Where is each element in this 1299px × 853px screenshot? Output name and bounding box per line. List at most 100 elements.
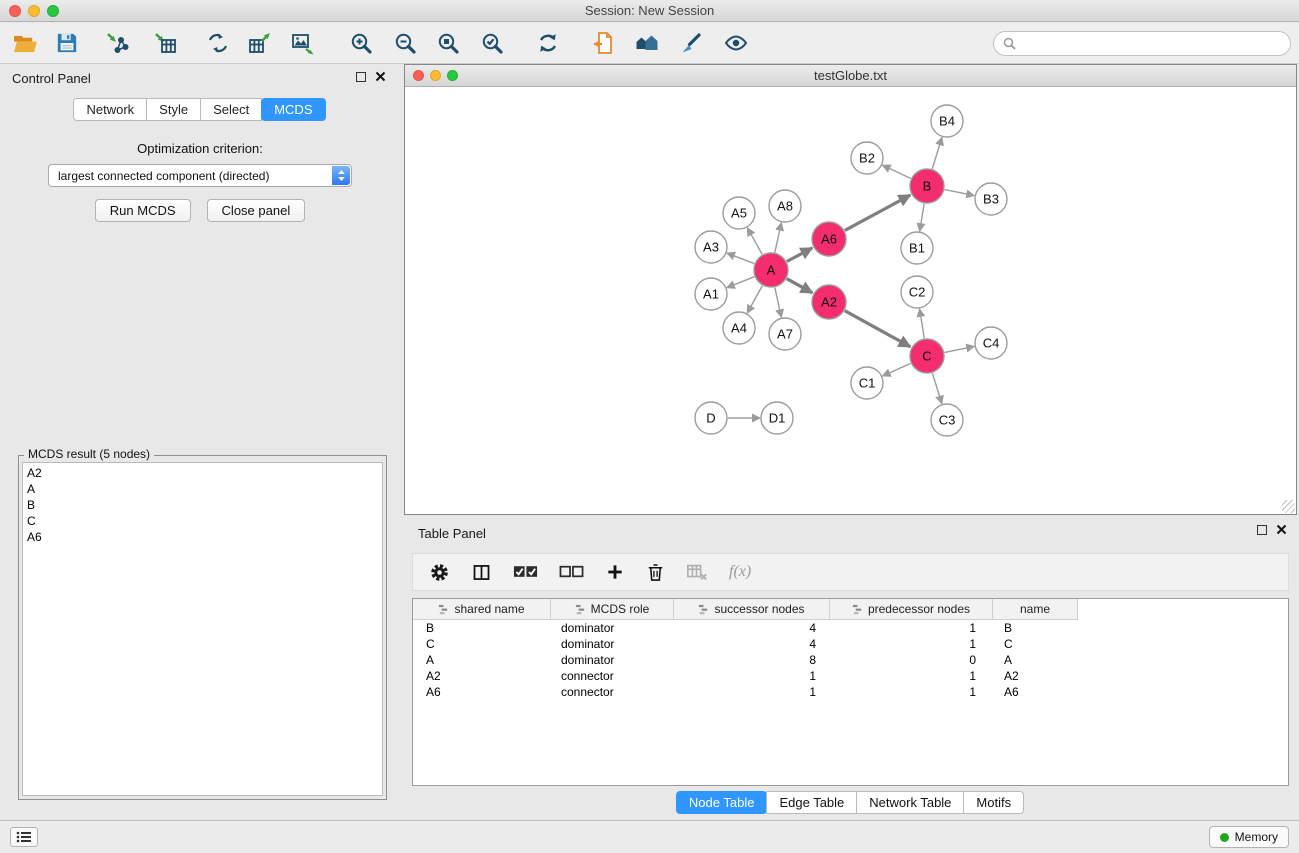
graph-node-label: B3 [983, 192, 999, 207]
export-image-icon[interactable] [290, 30, 316, 56]
mcds-result-list[interactable]: A2ABCA6 [22, 462, 383, 796]
minimize-button[interactable] [28, 5, 40, 17]
close-button[interactable] [9, 5, 21, 17]
tab-mcds[interactable]: MCDS [261, 98, 325, 121]
tab-network[interactable]: Network [73, 98, 147, 121]
table-row[interactable]: Adominator80A [413, 652, 1288, 668]
table-cell: A6 [993, 685, 1078, 699]
column-type-icon [698, 604, 709, 615]
mcds-result-item[interactable]: A2 [27, 465, 382, 481]
mcds-result-item[interactable]: A [27, 481, 382, 497]
zoom-selected-icon[interactable] [479, 30, 505, 56]
graph-edge-A-A7[interactable] [775, 288, 782, 318]
table-row[interactable]: Bdominator41B [413, 620, 1288, 636]
export-network-icon[interactable] [205, 30, 231, 56]
column-header-predecessor-nodes[interactable]: predecessor nodes [830, 599, 993, 619]
zoom-button[interactable] [47, 5, 59, 17]
close-panel-button[interactable]: Close panel [207, 199, 306, 222]
graph-edge-A2-C[interactable] [845, 311, 911, 347]
graph-edge-A-A4[interactable] [747, 286, 762, 313]
graph-edge-A-A5[interactable] [747, 228, 762, 254]
graph-edge-A-A2[interactable] [787, 279, 813, 293]
graph-edge-A-A8[interactable] [775, 223, 782, 253]
tab-network-table[interactable]: Network Table [856, 791, 964, 814]
graph-edge-B-B4[interactable] [932, 137, 942, 169]
graph-node-label: C4 [983, 336, 1000, 351]
float-panel-icon[interactable] [356, 72, 366, 82]
table-cell: A2 [413, 669, 551, 683]
close-table-panel-icon[interactable] [1276, 524, 1287, 535]
network-canvas[interactable]: AA1A2A3A4A5A6A7A8BB1B2B3B4CC1C2C3C4DD1 [405, 87, 1296, 514]
table-row[interactable]: A6connector11A6 [413, 684, 1288, 700]
graph-edge-B-B1[interactable] [920, 204, 924, 231]
copy-view-icon[interactable] [591, 30, 617, 56]
home-icon[interactable] [634, 30, 660, 56]
table-row[interactable]: A2connector11A2 [413, 668, 1288, 684]
graph-edge-C-C1[interactable] [883, 363, 911, 376]
network-minimize-button[interactable] [430, 70, 441, 81]
mcds-result-item[interactable]: A6 [27, 529, 382, 545]
open-session-icon[interactable] [12, 30, 38, 56]
search-box[interactable] [993, 31, 1291, 56]
graph-node-label: C [922, 349, 931, 364]
graph-edge-A-A1[interactable] [727, 277, 755, 288]
graph-edge-C-C4[interactable] [945, 346, 975, 352]
criterion-select[interactable]: largest connected component (directed) [48, 164, 352, 187]
task-history-button[interactable] [10, 827, 38, 847]
save-session-icon[interactable] [54, 30, 80, 56]
trash-icon[interactable] [646, 563, 665, 582]
table-cell: 1 [674, 685, 830, 699]
delete-table-icon[interactable] [686, 561, 708, 583]
select-all-icon[interactable] [513, 564, 538, 580]
tab-select[interactable]: Select [200, 98, 262, 121]
graph-node-label: B1 [909, 241, 925, 256]
close-panel-icon[interactable] [375, 71, 386, 82]
graph-edge-A-A3[interactable] [727, 253, 754, 263]
graph-edge-C-C3[interactable] [932, 373, 942, 404]
search-input[interactable] [1016, 34, 1290, 54]
import-table-file-icon[interactable] [152, 30, 178, 56]
zoom-in-icon[interactable] [348, 30, 374, 56]
resize-grip[interactable] [1282, 500, 1295, 513]
mcds-result-item[interactable]: B [27, 497, 382, 513]
tab-edge-table[interactable]: Edge Table [766, 791, 857, 814]
column-header-name[interactable]: name [993, 599, 1078, 619]
export-table-icon[interactable] [247, 30, 273, 56]
apply-preferred-layout-icon[interactable] [535, 30, 561, 56]
float-table-panel-icon[interactable] [1257, 525, 1267, 535]
table-cell: 4 [674, 621, 830, 635]
tab-motifs[interactable]: Motifs [963, 791, 1024, 814]
memory-status-icon [1220, 833, 1229, 842]
function-builder-icon[interactable]: f(x) [729, 563, 751, 581]
graph-edge-A6-B[interactable] [845, 195, 910, 230]
graph-edge-C-C2[interactable] [920, 309, 925, 338]
show-hide-icon[interactable] [723, 30, 749, 56]
status-bar: Memory [0, 820, 1299, 853]
network-close-button[interactable] [413, 70, 424, 81]
graph-edge-B-B3[interactable] [945, 190, 975, 196]
table-cell: A [993, 653, 1078, 667]
network-zoom-button[interactable] [447, 70, 458, 81]
column-header-mcds-role[interactable]: MCDS role [551, 599, 674, 619]
zoom-out-icon[interactable] [392, 30, 418, 56]
add-icon[interactable] [605, 562, 625, 582]
column-header-shared-name[interactable]: shared name [413, 599, 551, 619]
style-brush-icon[interactable] [678, 30, 704, 56]
graph-edge-B-B2[interactable] [882, 165, 910, 178]
tab-node-table[interactable]: Node Table [676, 791, 768, 814]
graph-edge-A-A6[interactable] [787, 248, 812, 262]
zoom-fit-icon[interactable] [435, 30, 461, 56]
column-icon[interactable] [471, 562, 492, 583]
deselect-all-icon[interactable] [559, 564, 584, 580]
table-row[interactable]: Cdominator41C [413, 636, 1288, 652]
table-panel: Table Panel [404, 519, 1297, 820]
graph-node-label: A [767, 263, 776, 278]
memory-button[interactable]: Memory [1209, 826, 1289, 848]
import-network-file-icon[interactable] [104, 30, 130, 56]
mcds-result-item[interactable]: C [27, 513, 382, 529]
table-cell: 8 [674, 653, 830, 667]
tab-style[interactable]: Style [146, 98, 201, 121]
run-mcds-button[interactable]: Run MCDS [95, 199, 191, 222]
column-header-successor-nodes[interactable]: successor nodes [674, 599, 830, 619]
gear-icon[interactable] [429, 562, 450, 583]
